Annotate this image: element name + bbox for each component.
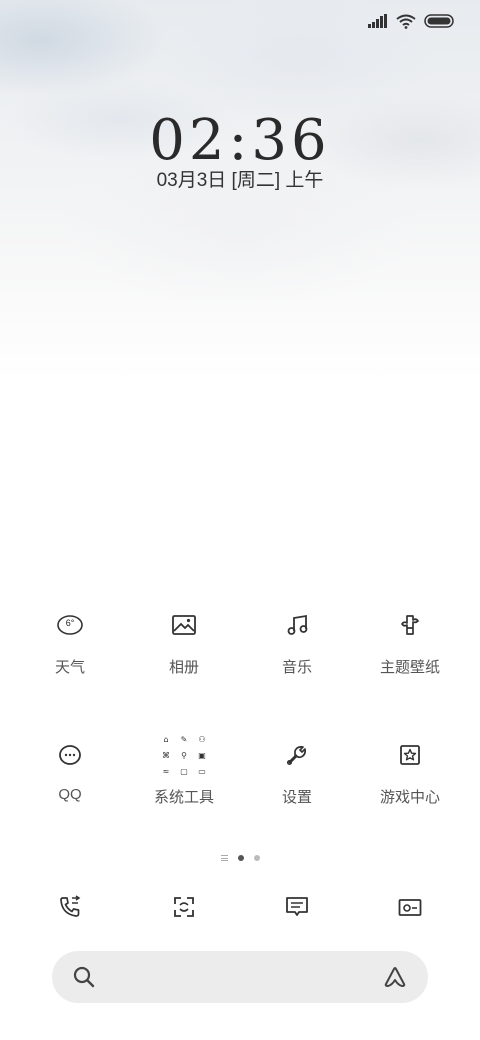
lockscreen-clock: 02:36	[149, 108, 331, 173]
assistant-icon[interactable]	[382, 964, 408, 990]
screen-capture-icon	[174, 897, 194, 917]
app-label: 系统工具	[153, 789, 214, 806]
mini-app-icon: ▣	[198, 750, 206, 760]
mini-app-icon: ≈	[162, 766, 170, 776]
lockscreen-date: 03月3日 [周二] 上午	[156, 170, 324, 191]
app-label: 游戏中心	[379, 789, 440, 806]
dock-messages[interactable]	[237, 890, 357, 924]
app-music[interactable]: 音乐	[237, 600, 357, 677]
app-folder-system-tools[interactable]: ⌂ ✎ ⚇ ⌘ ⚲ ▣ ≈ ▢ ▭ 系统工具	[124, 730, 244, 807]
wifi-icon	[396, 14, 416, 29]
app-label: 设置	[281, 789, 312, 806]
game-center-icon	[400, 745, 420, 765]
dock-camera[interactable]	[350, 890, 470, 924]
app-label: 音乐	[281, 659, 312, 676]
music-icon	[287, 614, 308, 635]
theme-icon	[401, 615, 419, 635]
camera-icon	[398, 899, 422, 916]
app-theme[interactable]: 主题壁纸	[350, 600, 470, 677]
gallery-icon	[172, 615, 196, 635]
dock-phone[interactable]	[10, 890, 130, 924]
page-indicator-menu	[220, 855, 228, 861]
status-bar	[368, 10, 454, 32]
search-icon	[73, 966, 95, 988]
app-game-center[interactable]: 游戏中心	[350, 730, 470, 807]
search-bar[interactable]	[52, 951, 428, 1003]
mini-app-icon: ▭	[198, 766, 206, 776]
app-settings[interactable]: 设置	[237, 730, 357, 807]
mini-app-icon: ▢	[180, 766, 188, 776]
page-indicator[interactable]	[0, 855, 480, 861]
app-label: 天气	[54, 659, 85, 676]
qq-icon	[59, 745, 81, 765]
app-qq[interactable]: QQ	[10, 730, 130, 803]
weather-icon: 6°	[56, 614, 84, 636]
folder-icon: ⌂ ✎ ⚇ ⌘ ⚲ ▣ ≈ ▢ ▭	[158, 732, 210, 778]
messages-icon	[286, 897, 308, 916]
page-dot	[253, 855, 260, 861]
mini-app-icon: ⚇	[198, 734, 206, 744]
dock-screen-capture[interactable]	[124, 890, 244, 924]
weather-temp: 6°	[65, 618, 75, 628]
app-gallery[interactable]: 相册	[124, 600, 244, 677]
app-label: 相册	[168, 659, 199, 676]
mini-app-icon: ⌘	[162, 750, 170, 760]
battery-icon	[424, 14, 454, 28]
page-dot-active	[237, 855, 244, 861]
settings-icon	[286, 745, 307, 766]
signal-icon	[368, 14, 387, 28]
phone-icon	[60, 895, 81, 917]
app-label: QQ	[58, 786, 82, 803]
app-label: 主题壁纸	[379, 659, 440, 676]
app-weather[interactable]: 6° 天气	[10, 600, 130, 677]
mini-app-icon: ✎	[180, 734, 188, 744]
mini-app-icon: ⌂	[163, 734, 169, 744]
mini-app-icon: ⚲	[181, 750, 187, 760]
dock	[0, 890, 480, 924]
